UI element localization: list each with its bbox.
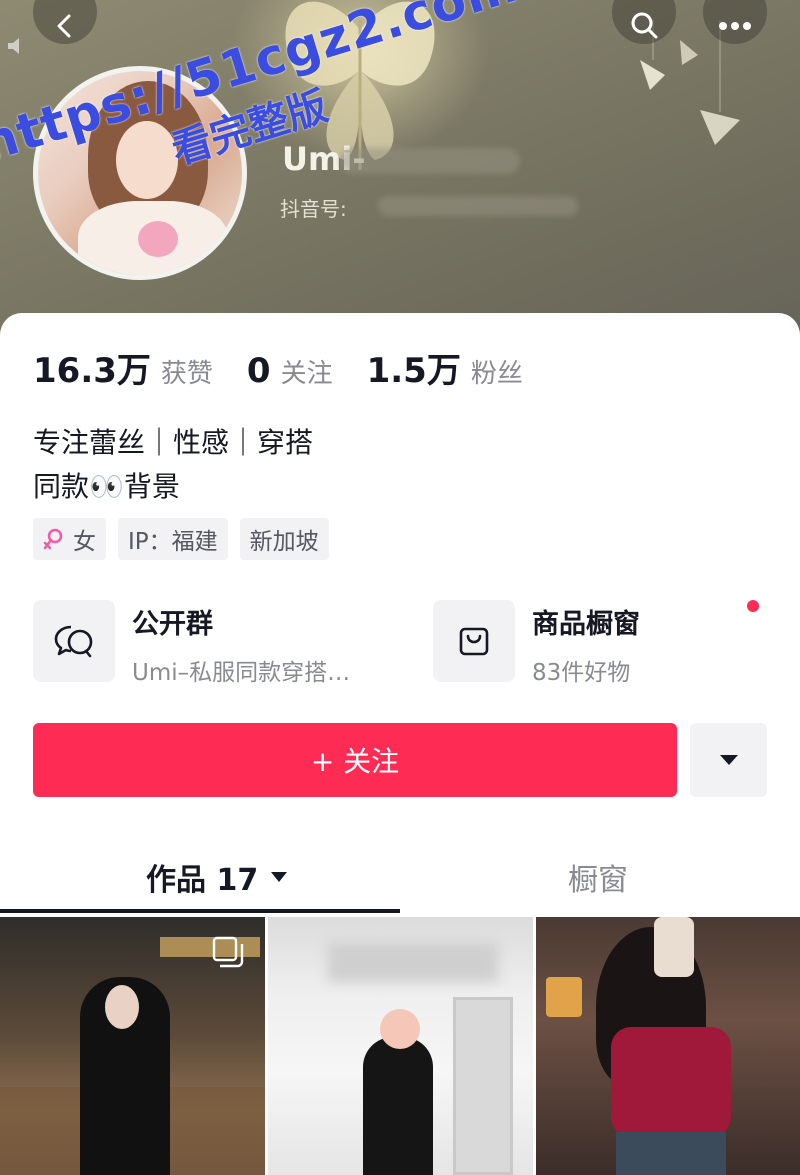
- video-thumbnail[interactable]: [536, 917, 800, 1175]
- thumb-scene: [654, 917, 694, 977]
- caret-down-icon: [719, 755, 738, 765]
- stat-value: 16.3万: [33, 351, 151, 391]
- search-icon: [631, 12, 658, 39]
- video-thumbnail[interactable]: [268, 917, 533, 1175]
- caret-down-icon: [271, 872, 288, 882]
- douyin-id-label: 抖音号:: [280, 197, 347, 221]
- gender-tag: 女: [33, 518, 106, 560]
- thumb-scene: [616, 1132, 726, 1175]
- more-horizontal-icon: [719, 22, 751, 30]
- notification-dot: [747, 600, 759, 612]
- group-subtitle: Umi–私服同款穿搭…: [132, 660, 351, 686]
- follow-button[interactable]: + 关注: [33, 723, 677, 797]
- douyin-id-redaction: [378, 196, 578, 216]
- bio-line: 专注蕾丝｜性感｜穿搭: [33, 426, 314, 459]
- avatar-plush: [138, 221, 178, 257]
- female-icon: [43, 528, 63, 550]
- thumb-scene: [380, 1009, 420, 1049]
- group-icon-box: [33, 600, 115, 682]
- shop-subtitle: 83件好物: [532, 660, 631, 686]
- bio-line: 同款👀背景: [33, 470, 180, 503]
- gender-label: 女: [73, 529, 96, 555]
- thumb-scene: [328, 942, 498, 982]
- stat-likes[interactable]: 16.3万 获赞: [33, 343, 213, 392]
- group-title: 公开群: [132, 609, 213, 640]
- tab-window[interactable]: 橱窗: [568, 855, 628, 899]
- works-grid: [0, 917, 800, 1175]
- thumb-scene: [105, 985, 139, 1029]
- shop-title: 商品橱窗: [532, 609, 640, 640]
- video-thumbnail[interactable]: [0, 917, 265, 1175]
- multi-image-icon: [212, 936, 244, 968]
- more-actions-dropdown[interactable]: [690, 723, 767, 797]
- stat-label: 获赞: [160, 359, 213, 389]
- profile-tags: 女 IP：福建 新加坡: [33, 518, 341, 560]
- stat-value: 0: [246, 351, 271, 391]
- thumb-scene: [160, 937, 260, 957]
- stat-label: 粉丝: [470, 359, 523, 389]
- stat-label: 关注: [280, 359, 333, 389]
- shop-icon-box: [433, 600, 515, 682]
- profile-banner: Umi- 抖音号: https://51cgz2.com 看完整版: [0, 0, 800, 345]
- tab-works[interactable]: 作品 17: [146, 855, 288, 899]
- active-tab-indicator: [0, 909, 400, 913]
- stat-followers[interactable]: 1.5万 粉丝: [367, 343, 523, 392]
- public-group-entry[interactable]: 公开群 Umi–私服同款穿搭…: [33, 600, 350, 687]
- profile-bio: 专注蕾丝｜性感｜穿搭 同款👀背景: [33, 421, 313, 509]
- profile-card: 16.3万 获赞 0 关注 1.5万 粉丝 专注蕾丝｜性感｜穿搭 同款👀背景 女…: [0, 313, 800, 1175]
- product-window-entry[interactable]: 商品橱窗 83件好物: [433, 600, 759, 687]
- thumb-scene: [546, 977, 582, 1017]
- stat-following[interactable]: 0 关注: [247, 351, 333, 391]
- profile-stats: 16.3万 获赞 0 关注 1.5万 粉丝: [33, 343, 557, 392]
- content-tabs: 作品 17 橱窗: [0, 843, 800, 917]
- ip-tag: IP：福建: [118, 518, 228, 560]
- chat-bubbles-icon: [54, 625, 93, 658]
- tab-works-label: 作品 17: [146, 863, 259, 898]
- shopping-bag-icon: [459, 627, 489, 656]
- stat-value: 1.5万: [366, 351, 461, 391]
- location-tag: 新加坡: [239, 518, 329, 560]
- thumb-scene: [363, 1037, 433, 1175]
- nickname-redaction: [340, 148, 520, 174]
- thumb-scene: [453, 997, 513, 1175]
- thumb-scene: [611, 1027, 731, 1137]
